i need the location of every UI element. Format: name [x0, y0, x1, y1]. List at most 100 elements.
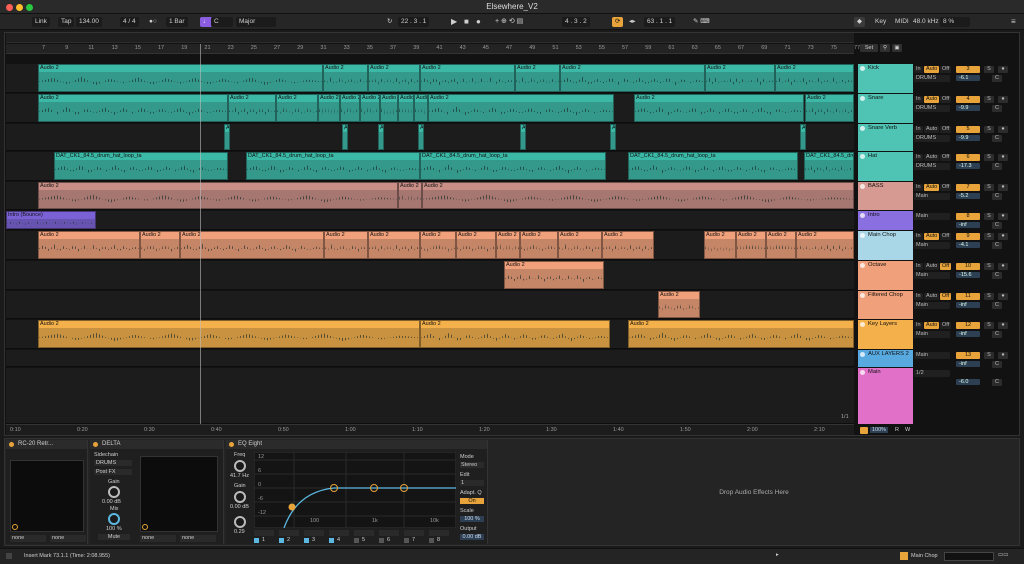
- record-button[interactable]: ●: [473, 17, 484, 27]
- clip[interactable]: Audio 2: [658, 291, 700, 318]
- track-lane-snare[interactable]: Audio 2 Audio 2 Audio 2 Audio 2 Audio 2 Audio…: [6, 94, 854, 123]
- clip[interactable]: Audio 2: [318, 94, 340, 122]
- monitor-auto-button[interactable]: Auto: [924, 96, 940, 103]
- menu-icon[interactable]: ≡: [1008, 17, 1019, 27]
- solo-button[interactable]: S: [984, 126, 994, 133]
- clip[interactable]: Audio 2: [38, 231, 140, 259]
- eq-band-toggle[interactable]: [254, 538, 259, 543]
- clip[interactable]: Audio 2: [420, 320, 610, 348]
- clip[interactable]: Audio 2: [520, 124, 526, 150]
- clip[interactable]: Audio 2: [342, 124, 348, 150]
- clip[interactable]: Audio 2: [324, 231, 368, 259]
- monitor-off-button[interactable]: Off: [940, 154, 952, 161]
- track-activator-button[interactable]: 5: [956, 126, 980, 133]
- track-fold-icon[interactable]: [860, 293, 865, 298]
- track-header[interactable]: BASS: [858, 182, 913, 210]
- eq-band-shape-select[interactable]: [304, 530, 324, 536]
- input-select[interactable]: Main: [914, 302, 950, 309]
- clip[interactable]: Audio 2: [380, 94, 398, 122]
- volume-field[interactable]: -15.6: [956, 272, 980, 278]
- clip[interactable]: Audio 2: [180, 231, 324, 259]
- track-lane-octave[interactable]: Audio 2: [6, 261, 854, 290]
- arm-button[interactable]: ●: [998, 126, 1008, 133]
- eq-band-shape-select[interactable]: [279, 530, 299, 536]
- arm-button[interactable]: ●: [998, 184, 1008, 191]
- macro-icon[interactable]: [142, 524, 148, 530]
- track-activator-button[interactable]: 10: [956, 263, 980, 270]
- track-header[interactable]: Main: [858, 368, 913, 424]
- track-header[interactable]: Filtered Chop: [858, 291, 913, 319]
- track-fold-icon[interactable]: [860, 352, 865, 357]
- gain-knob[interactable]: [234, 491, 246, 503]
- track-lane-key-layers[interactable]: Audio 2 Audio 2 Audio 2: [6, 320, 854, 349]
- clip[interactable]: Audio 2: [496, 231, 520, 259]
- clip[interactable]: Audio 2: [520, 231, 558, 259]
- input-select[interactable]: DRUMS: [914, 105, 950, 112]
- pan-center-button[interactable]: C: [992, 105, 1002, 112]
- eq-band-shape-select[interactable]: [254, 530, 274, 536]
- track-fold-icon[interactable]: [860, 213, 865, 218]
- solo-button[interactable]: S: [984, 352, 994, 359]
- macro-icon[interactable]: [12, 524, 18, 530]
- track-header[interactable]: Octave: [858, 261, 913, 290]
- status-square-icon[interactable]: [6, 553, 12, 559]
- set-button[interactable]: Set: [860, 44, 878, 52]
- track-lane-kick[interactable]: Audio 2 Audio 2 Audio 2 Audio 2 Audio 2 Audio…: [6, 64, 854, 93]
- track-activator-button[interactable]: 8: [956, 213, 980, 220]
- track-lane-filtered-chop[interactable]: Audio 2: [6, 291, 854, 319]
- track-header[interactable]: Hat: [858, 152, 913, 181]
- monitor-in-button[interactable]: In: [914, 66, 923, 73]
- clip[interactable]: Audio 2: [418, 124, 424, 150]
- stop-button[interactable]: ■: [461, 17, 472, 27]
- clip[interactable]: Audio 2: [422, 182, 854, 209]
- eq-band-toggle[interactable]: [354, 538, 359, 543]
- track-lane-hat[interactable]: DAT_CK1_84.5_drum_hat_loop_ta DAT_CK1_84.…: [6, 152, 854, 181]
- track-activator-button[interactable]: 13: [956, 352, 980, 359]
- key-map-button[interactable]: Key: [872, 17, 889, 27]
- device-delta-title[interactable]: DELTA: [90, 440, 223, 449]
- track-lane-intro[interactable]: Intro (Bounce): [6, 211, 854, 230]
- arm-button[interactable]: ●: [998, 96, 1008, 103]
- tap-button[interactable]: Tap: [58, 17, 75, 27]
- loop-start-field[interactable]: 4 . 3 . 2: [562, 17, 590, 27]
- clip[interactable]: Audio 2: [140, 231, 180, 259]
- eq-band-shape-select[interactable]: [379, 530, 399, 536]
- track-activator-button[interactable]: 9: [956, 233, 980, 240]
- monitor-auto-button[interactable]: Auto: [924, 154, 940, 161]
- play-button[interactable]: ▶: [448, 17, 460, 27]
- track-lane-aux-layers-2[interactable]: [6, 350, 854, 367]
- solo-button[interactable]: S: [984, 233, 994, 240]
- eq-band-shape-select[interactable]: [404, 530, 424, 536]
- track-activator-button[interactable]: 11: [956, 293, 980, 300]
- track-fold-icon[interactable]: [860, 322, 865, 327]
- clip[interactable]: Audio 2: [398, 94, 414, 122]
- volume-field[interactable]: -inf: [956, 302, 980, 308]
- clip[interactable]: Audio 2: [38, 320, 420, 348]
- input-select[interactable]: Main: [914, 331, 950, 338]
- q-knob[interactable]: [234, 516, 246, 528]
- device-on-icon[interactable]: [93, 442, 98, 447]
- monitor-in-button[interactable]: In: [914, 293, 923, 300]
- monitor-off-button[interactable]: Off: [940, 233, 952, 240]
- clip[interactable]: Audio 2: [796, 231, 854, 259]
- monitor-in-button[interactable]: In: [914, 322, 923, 329]
- metronome-icon[interactable]: ●○: [146, 17, 160, 27]
- monitor-in-button[interactable]: In: [914, 263, 923, 270]
- follow-icon[interactable]: ↻: [384, 17, 395, 27]
- zoom-field[interactable]: 100%: [870, 427, 889, 433]
- arm-button[interactable]: ●: [998, 322, 1008, 329]
- eq-band-toggle[interactable]: [404, 538, 409, 543]
- track-header[interactable]: Kick: [858, 64, 913, 93]
- track-header[interactable]: Intro: [858, 211, 913, 230]
- clip[interactable]: Audio 2: [800, 124, 806, 150]
- clip[interactable]: DAT_CK1_84.5_drum_hat_loop_ta: [804, 152, 854, 180]
- output-select-2[interactable]: none: [180, 535, 216, 542]
- track-activator-button[interactable]: 4: [956, 96, 980, 103]
- overview-strip[interactable]: [6, 33, 854, 43]
- output-gain-field[interactable]: 0.00 dB: [460, 534, 484, 540]
- scale-menu[interactable]: Major: [236, 17, 276, 27]
- arm-button[interactable]: ●: [998, 352, 1008, 359]
- device-rc20-title[interactable]: RC-20 Retr...: [6, 440, 87, 449]
- monitor-off-button[interactable]: Off: [940, 293, 952, 300]
- track-lane-bass[interactable]: Audio 2 Audio 2 Audio 2: [6, 182, 854, 210]
